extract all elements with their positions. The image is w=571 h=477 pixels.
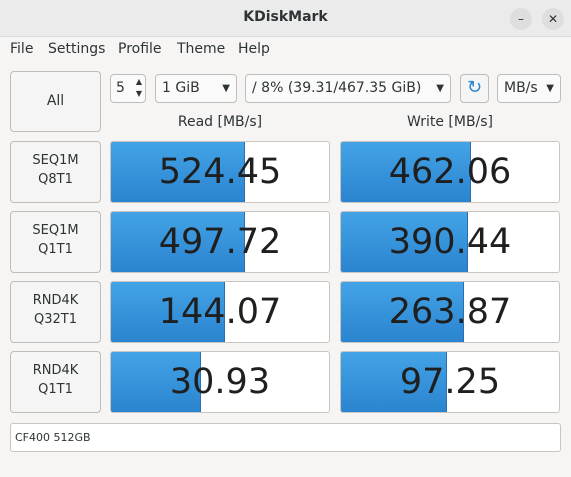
loops-spinbox[interactable]: 5 ▲ ▼ <box>110 74 146 103</box>
write-value: 390.44 <box>388 222 512 262</box>
window-title: KDiskMark <box>243 9 328 25</box>
read-value: 497.72 <box>158 222 282 262</box>
unit-value: MB/s <box>504 80 538 96</box>
chevron-down-icon: ▼ <box>222 83 230 94</box>
spin-down-icon[interactable]: ▼ <box>136 88 142 100</box>
minimize-button[interactable]: – <box>510 8 532 30</box>
write-header: Write [MB/s] <box>406 114 494 130</box>
test-name: SEQ1M <box>32 153 79 168</box>
test-button-rnd4k-q1t1[interactable]: RND4K Q1T1 <box>10 351 101 413</box>
menu-help[interactable]: Help <box>238 41 270 57</box>
test-name: RND4K <box>32 293 79 308</box>
title-bar: KDiskMark – ✕ <box>0 0 571 37</box>
test-button-seq1m-q1t1[interactable]: SEQ1M Q1T1 <box>10 211 101 273</box>
target-path-select[interactable]: / 8% (39.31/467.35 GiB) ▼ <box>245 74 451 103</box>
write-value: 263.87 <box>388 292 512 332</box>
test-params: Q1T1 <box>38 242 73 257</box>
write-result: 97.25 <box>340 351 560 413</box>
read-result: 30.93 <box>110 351 330 413</box>
test-button-rnd4k-q32t1[interactable]: RND4K Q32T1 <box>10 281 101 343</box>
write-result: 390.44 <box>340 211 560 273</box>
read-result: 524.45 <box>110 141 330 203</box>
menu-theme[interactable]: Theme <box>177 41 225 57</box>
read-value: 30.93 <box>169 362 271 402</box>
close-button[interactable]: ✕ <box>542 8 564 30</box>
read-value: 524.45 <box>158 152 282 192</box>
loops-value: 5 <box>116 80 125 96</box>
target-path-value: / 8% (39.31/467.35 GiB) <box>252 80 422 96</box>
size-select[interactable]: 1 GiB ▼ <box>155 74 237 103</box>
close-icon: ✕ <box>547 12 559 26</box>
spin-up-icon[interactable]: ▲ <box>136 76 142 88</box>
read-result: 497.72 <box>110 211 330 273</box>
write-value: 462.06 <box>388 152 512 192</box>
write-result: 263.87 <box>340 281 560 343</box>
read-header: Read [MB/s] <box>177 114 263 130</box>
device-comment-field[interactable]: CF400 512GB <box>10 423 561 452</box>
menu-profile[interactable]: Profile <box>118 41 162 57</box>
chevron-down-icon: ▼ <box>436 83 444 94</box>
test-params: Q32T1 <box>34 312 77 327</box>
chevron-down-icon: ▼ <box>546 83 554 94</box>
test-params: Q1T1 <box>38 382 73 397</box>
test-button-seq1m-q8t1[interactable]: SEQ1M Q8T1 <box>10 141 101 203</box>
menu-settings[interactable]: Settings <box>48 41 105 57</box>
refresh-button[interactable]: ↻ <box>460 74 489 103</box>
test-name: RND4K <box>32 363 79 378</box>
read-value: 144.07 <box>158 292 282 332</box>
read-result: 144.07 <box>110 281 330 343</box>
menu-bar: File Settings Profile Theme Help <box>0 37 571 61</box>
test-params: Q8T1 <box>38 172 73 187</box>
minimize-icon: – <box>518 12 524 26</box>
unit-select[interactable]: MB/s ▼ <box>497 74 561 103</box>
write-result: 462.06 <box>340 141 560 203</box>
run-all-button[interactable]: All <box>10 71 101 132</box>
menu-file[interactable]: File <box>10 41 33 57</box>
test-name: SEQ1M <box>32 223 79 238</box>
size-value: 1 GiB <box>162 80 200 96</box>
refresh-icon: ↻ <box>466 77 483 98</box>
write-value: 97.25 <box>399 362 501 402</box>
